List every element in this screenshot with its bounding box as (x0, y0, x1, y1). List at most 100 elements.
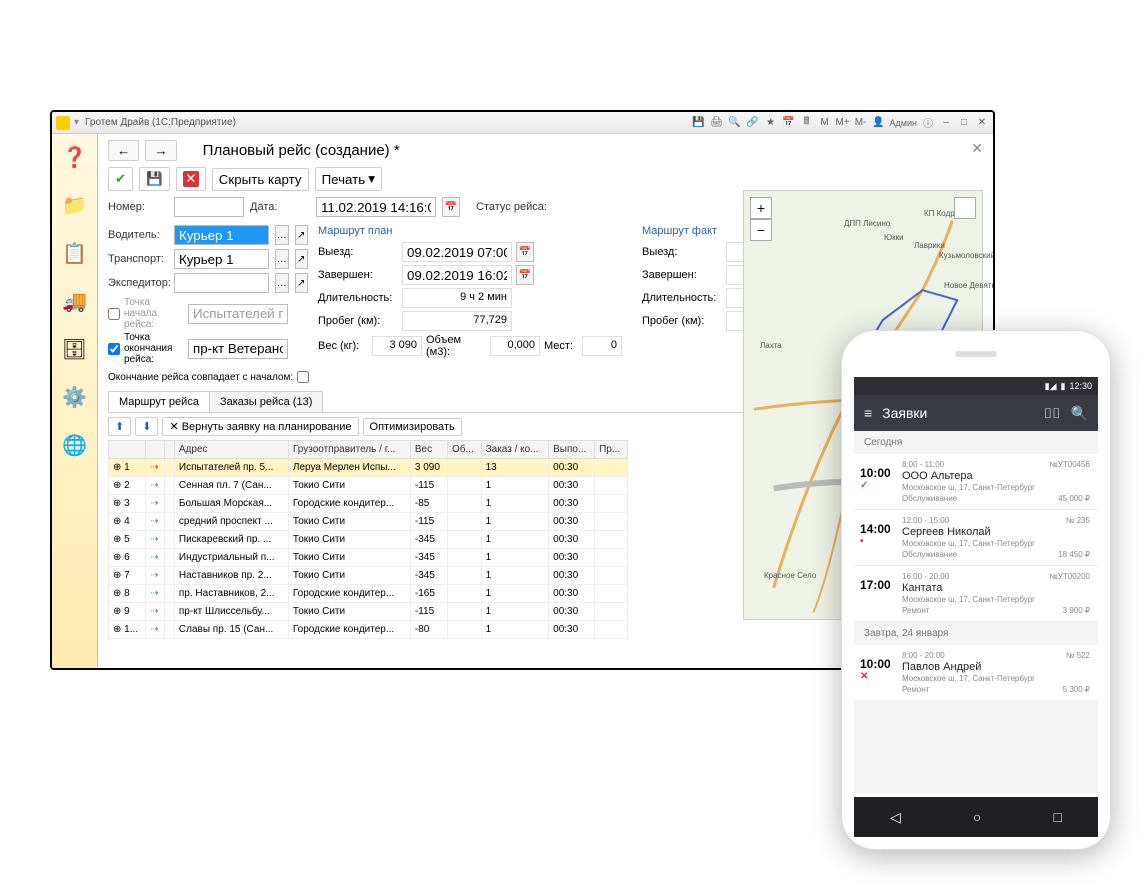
sidebar-checklist-icon[interactable]: 📋 (58, 236, 92, 270)
calc-icon[interactable]: 🖩 (800, 116, 814, 130)
column-header[interactable]: Вес (410, 441, 447, 459)
table-row[interactable]: ⊕ 3⇢Большая Морская...Городские кондитер… (109, 495, 628, 513)
menu-icon[interactable]: ≡ (864, 405, 872, 421)
driver-open-icon[interactable]: ↗ (295, 225, 309, 245)
save-icon[interactable]: 💾 (692, 116, 706, 130)
request-card[interactable]: 10:00✕8:00 - 20:00№ 522Павлов АндрейМоск… (854, 645, 1098, 701)
sidebar-help-icon[interactable]: ❓ (58, 140, 92, 174)
table-row[interactable]: ⊕ 1...⇢Славы пр. 15 (Сан...Городские кон… (109, 621, 628, 639)
maximize-icon[interactable]: □ (957, 116, 971, 130)
end-checkbox[interactable] (108, 343, 120, 355)
tab-orders[interactable]: Заказы рейса (13) (209, 391, 323, 412)
plan-finish-cal-icon[interactable]: 📅 (516, 265, 534, 285)
end-input[interactable] (188, 339, 288, 359)
m-button[interactable]: M (818, 116, 832, 130)
phone-time: 12:30 (1069, 381, 1092, 391)
row-up-button[interactable]: ⬆ (108, 417, 131, 436)
number-input[interactable] (174, 197, 244, 217)
return-request-button[interactable]: ✕ Вернуть заявку на планирование (162, 417, 358, 436)
column-header[interactable]: Адрес (174, 441, 288, 459)
column-header[interactable]: Пр... (595, 441, 628, 459)
nav-back-icon[interactable]: ◁ (890, 809, 901, 826)
print-icon[interactable]: 🖨 (710, 116, 724, 130)
mminus-button[interactable]: M- (854, 116, 868, 130)
end-label: Точка окончания рейса: (124, 332, 184, 365)
sidebar-truck-icon[interactable]: 🚚 (58, 284, 92, 318)
transport-dots-icon[interactable]: … (275, 249, 289, 269)
map-place-label: КП Кодр (924, 209, 955, 218)
page-close-icon[interactable]: ✕ (971, 140, 983, 157)
plan-depart-cal-icon[interactable]: 📅 (516, 242, 534, 262)
table-row[interactable]: ⊕ 4⇢средний проспект ...Токио Сити-11510… (109, 513, 628, 531)
plan-finish-input[interactable] (402, 265, 512, 285)
column-header[interactable] (146, 441, 165, 459)
dropdown-icon[interactable]: ▾ (74, 117, 79, 128)
print-button[interactable]: Печать ▾ (315, 167, 382, 191)
hide-map-button[interactable]: Скрыть карту (212, 168, 309, 191)
column-header[interactable]: Заказ / ко... (481, 441, 549, 459)
table-row[interactable]: ⊕ 7⇢Наставников пр. 2...Токио Сити-34510… (109, 567, 628, 585)
card-number: №УТ00200 (1049, 572, 1090, 581)
transport-input[interactable] (174, 249, 269, 269)
column-header[interactable]: Выпо... (549, 441, 595, 459)
nav-recent-icon[interactable]: □ (1053, 809, 1061, 825)
search-icon[interactable]: 🔍 (728, 116, 742, 130)
nav-home-icon[interactable]: ○ (973, 809, 981, 825)
scan-icon[interactable]: ⌷⌷ (1044, 405, 1061, 422)
driver-input[interactable] (174, 225, 269, 245)
request-card[interactable]: 17:0016:00 - 20:00№УТ00200КантатаМосковс… (854, 566, 1098, 622)
column-header[interactable] (165, 441, 175, 459)
table-row[interactable]: ⊕ 6⇢Индустриальный п...Токио Сити-345100… (109, 549, 628, 567)
expeditor-input[interactable] (174, 273, 269, 293)
plan-depart-label: Выезд: (318, 246, 398, 258)
date-calendar-icon[interactable]: 📅 (442, 197, 460, 217)
request-card[interactable]: 14:00•12:00 - 15:00№ 235Сергеев НиколайМ… (854, 510, 1098, 566)
start-input[interactable] (188, 304, 288, 324)
cancel-button[interactable]: ✕ (176, 167, 206, 191)
request-card[interactable]: 10:00✓8:00 - 11:00№УТ00456ООО АльтераМос… (854, 454, 1098, 510)
forward-button[interactable]: → (145, 140, 176, 161)
table-row[interactable]: ⊕ 1⇢Испытателей пр. 5...Леруа Мерлен Исп… (109, 459, 628, 477)
link-icon[interactable]: 🔗 (746, 116, 760, 130)
sidebar-globe-icon[interactable]: 🌐 (58, 428, 92, 462)
mplus-button[interactable]: M+ (836, 116, 850, 130)
column-header[interactable]: Грузоотправитель / г... (288, 441, 410, 459)
star-icon[interactable]: ★ (764, 116, 778, 130)
optimize-button[interactable]: Оптимизировать (363, 418, 462, 436)
plan-depart-input[interactable] (402, 242, 512, 262)
sidebar-settings-icon[interactable]: ⚙️ (58, 380, 92, 414)
map-place-label: Лахта (760, 341, 782, 350)
card-name: Кантата (902, 582, 1090, 594)
row-down-button[interactable]: ⬇ (135, 417, 158, 436)
sidebar-folder-icon[interactable]: 📁 (58, 188, 92, 222)
minimize-icon[interactable]: – (939, 116, 953, 130)
table-row[interactable]: ⊕ 5⇢Пискаревский пр. ...Токио Сити-34510… (109, 531, 628, 549)
column-header[interactable] (109, 441, 146, 459)
expeditor-label: Экспедитор: (108, 277, 168, 289)
user-icon[interactable]: 👤 (872, 116, 886, 130)
expeditor-dots-icon[interactable]: … (275, 273, 289, 293)
transport-open-icon[interactable]: ↗ (295, 249, 309, 269)
table-row[interactable]: ⊕ 8⇢пр. Наставников, 2...Городские конди… (109, 585, 628, 603)
end-same-checkbox[interactable] (297, 371, 309, 383)
table-row[interactable]: ⊕ 2⇢Сенная пл. 7 (Сан...Токио Сити-11510… (109, 477, 628, 495)
calendar-icon[interactable]: 📅 (782, 116, 796, 130)
start-checkbox[interactable] (108, 308, 120, 320)
card-range: 16:00 - 20:00 (902, 572, 949, 581)
sidebar-db-icon[interactable]: 🗄 (58, 332, 92, 366)
table-row[interactable]: ⊕ 9⇢пр-кт Шлиссельбу...Токио Сити-115100… (109, 603, 628, 621)
save-button[interactable]: 💾 (139, 167, 170, 191)
apply-button[interactable]: ✔ (108, 167, 133, 191)
card-time: 10:00✓ (860, 460, 896, 503)
expeditor-open-icon[interactable]: ↗ (295, 273, 309, 293)
close-icon[interactable]: ✕ (975, 116, 989, 130)
date-input[interactable] (316, 197, 436, 217)
back-button[interactable]: ← (108, 140, 139, 161)
card-range: 12:00 - 15:00 (902, 516, 949, 525)
driver-dots-icon[interactable]: … (275, 225, 289, 245)
tab-route[interactable]: Маршрут рейса (108, 391, 210, 412)
info-icon[interactable]: ⓘ (921, 116, 935, 130)
column-header[interactable]: Об... (447, 441, 481, 459)
phone-search-icon[interactable]: 🔍 (1071, 405, 1088, 422)
map-place-label: Лаврики (914, 241, 945, 250)
